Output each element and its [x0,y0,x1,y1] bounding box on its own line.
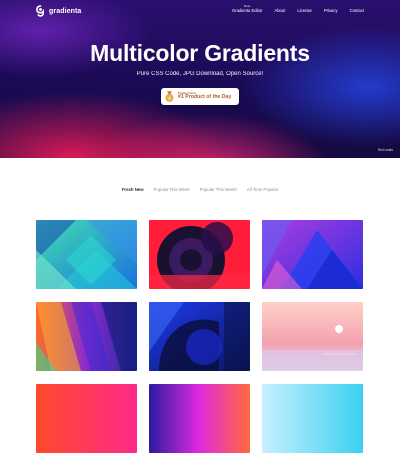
product-hunt-badge[interactable]: 1 Product Hunt #1 Product of the Day [161,88,239,105]
gradient-preview [149,384,250,453]
main-nav: Beta Gradienta Editor About License Priv… [231,4,364,13]
gradient-preview [262,384,363,453]
gradient-preview [36,302,137,371]
nav-label: Gradienta Editor [231,8,263,13]
gradient-preview [36,220,137,289]
gradient-card[interactable] [262,220,363,289]
background-credit[interactable]: Red Leaks [378,148,393,152]
medal-icon: 1 [165,91,174,102]
gradient-preview [36,384,137,453]
gradient-preview [149,302,250,371]
gradient-card[interactable] [149,220,250,289]
gradient-preview [262,220,363,289]
gradient-card[interactable] [149,384,250,453]
tab-popular-month[interactable]: Popular This Month [200,187,237,192]
product-of-day-label: #1 Product of the Day [178,94,232,101]
tab-popular-week[interactable]: Popular This Week [154,187,190,192]
gradienta-logo-icon [36,5,45,17]
tab-fresh-new[interactable]: Fresh New [122,187,144,192]
tab-all-time[interactable]: All Time Popular [247,187,278,192]
hero-banner: gradienta Beta Gradienta Editor About Li… [0,0,400,158]
nav-about[interactable]: About [274,8,285,13]
gradient-card[interactable] [262,302,363,371]
gradient-card[interactable] [36,220,137,289]
gradient-card[interactable] [36,384,137,453]
gradient-preview [149,220,250,289]
page-subtitle: Pure CSS Code, JPG Download, Open Source… [136,71,264,77]
nav-license[interactable]: License [297,8,311,13]
gradient-card[interactable] [36,302,137,371]
brand-logo[interactable]: gradienta [36,5,81,17]
nav-privacy[interactable]: Privacy [324,8,338,13]
gradient-card[interactable] [262,384,363,453]
gradient-preview [262,302,363,371]
filter-tabs: Fresh New Popular This Week Popular This… [0,187,400,192]
brand-name: gradienta [49,7,82,15]
beta-badge: Beta [244,4,251,8]
nav-contact[interactable]: Contact [350,8,364,13]
gradient-card[interactable] [149,302,250,371]
page-title: Multicolor Gradients [90,40,310,66]
nav-gradienta-editor[interactable]: Beta Gradienta Editor [231,4,263,13]
